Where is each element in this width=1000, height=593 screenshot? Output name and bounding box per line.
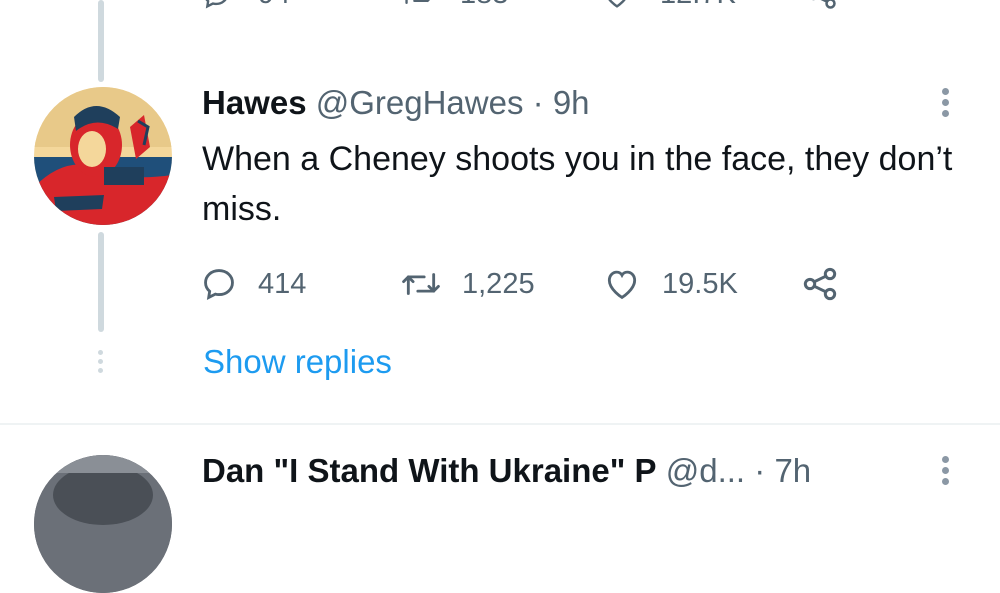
reply-icon (204, 269, 234, 300)
user-handle[interactable]: @GregHawes (316, 84, 524, 121)
next-display-name[interactable]: Dan "I Stand With Ukraine" P (202, 452, 657, 489)
like-icon (608, 0, 626, 8)
next-header-separator: · (754, 452, 766, 489)
retweet-count: 1,225 (462, 267, 535, 300)
share-icon (803, 267, 837, 301)
retweet-button[interactable]: 1,225 (400, 258, 535, 310)
prev-like-count: 12.7K (660, 0, 736, 11)
prev-retweet-button[interactable]: 183 (400, 0, 508, 11)
reply-count: 414 (258, 267, 307, 300)
previous-tweet-actions: 94 183 12.7K (200, 0, 840, 22)
thread-line-middle (98, 232, 104, 332)
prev-share-button[interactable] (805, 0, 839, 12)
show-replies-link[interactable]: Show replies (203, 343, 392, 381)
thread-line-top (98, 0, 104, 82)
prev-like-button[interactable]: 12.7K (600, 0, 736, 11)
like-icon (607, 270, 637, 300)
prev-retweet-count: 183 (460, 0, 508, 11)
like-button[interactable]: 19.5K (602, 258, 738, 310)
next-timestamp[interactable]: 7h (774, 452, 811, 489)
more-icon[interactable] (942, 88, 949, 117)
prev-reply-count: 94 (258, 0, 290, 11)
avatar-image (34, 87, 172, 225)
tweet-text: When a Cheney shoots you in the face, th… (202, 140, 953, 228)
next-tweet-header: Dan "I Stand With Ukraine" P @d... · 7h (202, 452, 811, 490)
prev-reply-button[interactable]: 94 (200, 0, 290, 11)
share-button[interactable] (800, 258, 840, 310)
reply-button[interactable]: 414 (200, 258, 306, 310)
retweet-icon (405, 0, 430, 4)
tweet-separator (0, 423, 1000, 425)
like-count: 19.5K (662, 267, 738, 300)
display-name[interactable]: Hawes (202, 84, 307, 121)
next-user-handle[interactable]: @d... (666, 452, 745, 489)
reply-icon (205, 0, 227, 8)
timestamp[interactable]: 9h (553, 84, 590, 121)
avatar[interactable] (34, 87, 172, 225)
thread-gap-dots (98, 350, 103, 373)
tweet-actions: 414 1,225 19.5K (200, 258, 860, 310)
next-avatar-image (34, 455, 172, 593)
tweet-header: Hawes @GregHawes · 9h (202, 84, 590, 122)
share-icon (811, 0, 836, 9)
retweet-icon (402, 273, 440, 295)
next-avatar[interactable] (34, 455, 172, 593)
header-separator: · (532, 84, 544, 121)
